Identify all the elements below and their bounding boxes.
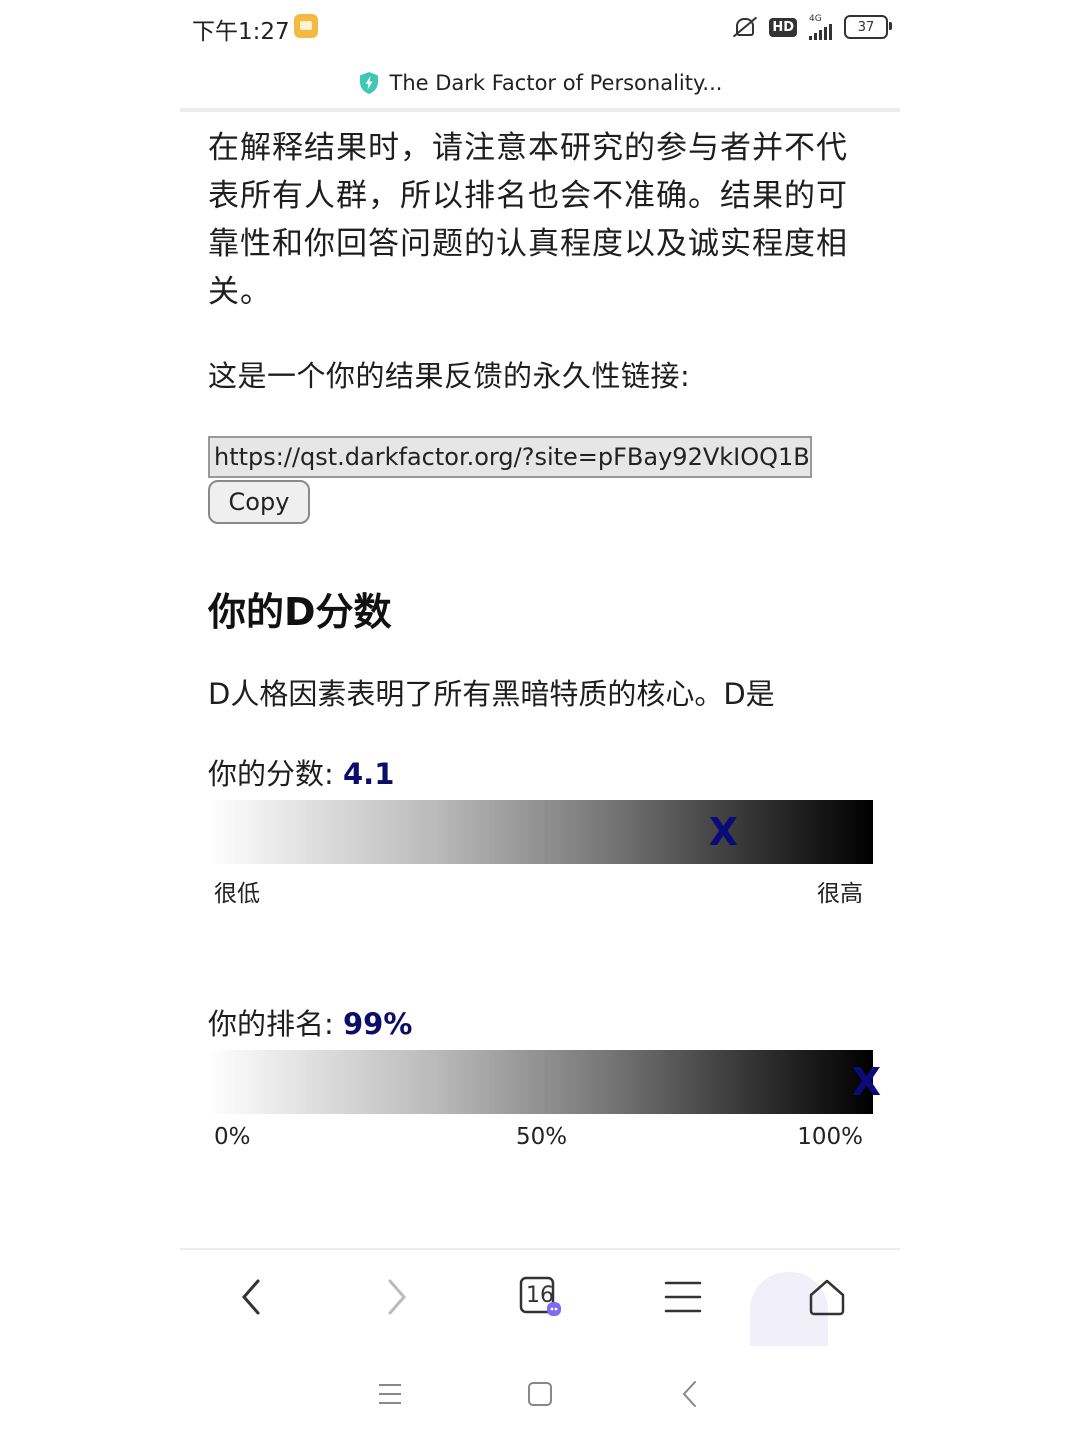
- status-icons: HD 4G 37: [731, 12, 892, 42]
- back-arrow-icon: [682, 1381, 696, 1407]
- score-value: 4.1: [343, 757, 395, 791]
- home-button[interactable]: [802, 1272, 852, 1322]
- browser-toolbar: 16: [180, 1248, 900, 1348]
- network-type: 4G: [809, 13, 822, 24]
- chevron-left-icon: [242, 1279, 260, 1315]
- status-time: 下午1:27: [192, 19, 290, 45]
- rank-label-text: 你的排名:: [208, 1007, 343, 1041]
- chevron-right-icon: [388, 1279, 406, 1315]
- status-bar: 下午1:27 HD 4G 37: [180, 0, 900, 56]
- tabs-button[interactable]: 16: [514, 1272, 564, 1322]
- home-icon: [809, 1279, 845, 1316]
- menu-button[interactable]: [658, 1272, 708, 1322]
- tick-low: 很低: [214, 881, 260, 907]
- main-content: 在解释结果时，请注意本研究的参与者并不代表所有人群，所以排名也会不准确。结果的可…: [208, 124, 881, 1164]
- score-ticks: 很低 很高: [208, 874, 873, 914]
- hd-icon: HD: [769, 17, 797, 37]
- square-icon: [528, 1382, 552, 1406]
- back-button[interactable]: [226, 1272, 276, 1322]
- system-back-button[interactable]: [670, 1374, 710, 1414]
- signal-icon: 4G: [809, 13, 832, 40]
- phone-screen: 下午1:27 HD 4G 37 The Dark Factor of Perso…: [180, 0, 900, 1439]
- permalink-input[interactable]: https://qst.darkfactor.org/?site=pFBay92…: [208, 436, 812, 478]
- d-description: D人格因素表明了所有黑暗特质的核心。D是: [208, 677, 775, 711]
- tick-0: 0%: [214, 1124, 251, 1150]
- battery-icon: 37: [844, 15, 892, 39]
- rank-value: 99%: [343, 1007, 413, 1041]
- mute-bell-icon: [731, 14, 757, 40]
- score-marker: X: [708, 810, 739, 854]
- forward-button[interactable]: [372, 1272, 422, 1322]
- shield-lightning-icon: [358, 71, 380, 95]
- score-label: 你的分数: 4.1: [208, 754, 878, 794]
- score-gauge: X: [208, 800, 873, 864]
- link-label: 这是一个你的结果反馈的永久性链接:: [208, 359, 691, 393]
- page-title: The Dark Factor of Personality...: [389, 71, 723, 95]
- battery-level: 37: [857, 19, 875, 35]
- rank-marker: X: [851, 1060, 881, 1104]
- rank-label: 你的排名: 99%: [208, 1004, 878, 1044]
- tick-100: 100%: [797, 1124, 863, 1150]
- rank-gauge: X: [208, 1050, 881, 1114]
- section-heading: 你的D分数: [208, 590, 392, 634]
- system-home-button[interactable]: [520, 1374, 560, 1414]
- tick-high: 很高: [817, 881, 863, 907]
- rank-ticks: 0% 50% 100%: [208, 1124, 873, 1164]
- notification-app-icon: [294, 14, 318, 38]
- system-nav-bar: [180, 1346, 900, 1439]
- tick-50: 50%: [516, 1124, 568, 1150]
- browser-title-bar[interactable]: The Dark Factor of Personality...: [180, 58, 900, 112]
- tab-count: 16: [526, 1283, 554, 1308]
- score-label-text: 你的分数:: [208, 757, 343, 791]
- intro-paragraph: 在解释结果时，请注意本研究的参与者并不代表所有人群，所以排名也会不准确。结果的可…: [208, 130, 848, 310]
- recent-apps-button[interactable]: [370, 1374, 410, 1414]
- hamburger-icon: [664, 1281, 702, 1313]
- menu-lines-icon: [379, 1384, 401, 1404]
- copy-button[interactable]: Copy: [208, 480, 310, 524]
